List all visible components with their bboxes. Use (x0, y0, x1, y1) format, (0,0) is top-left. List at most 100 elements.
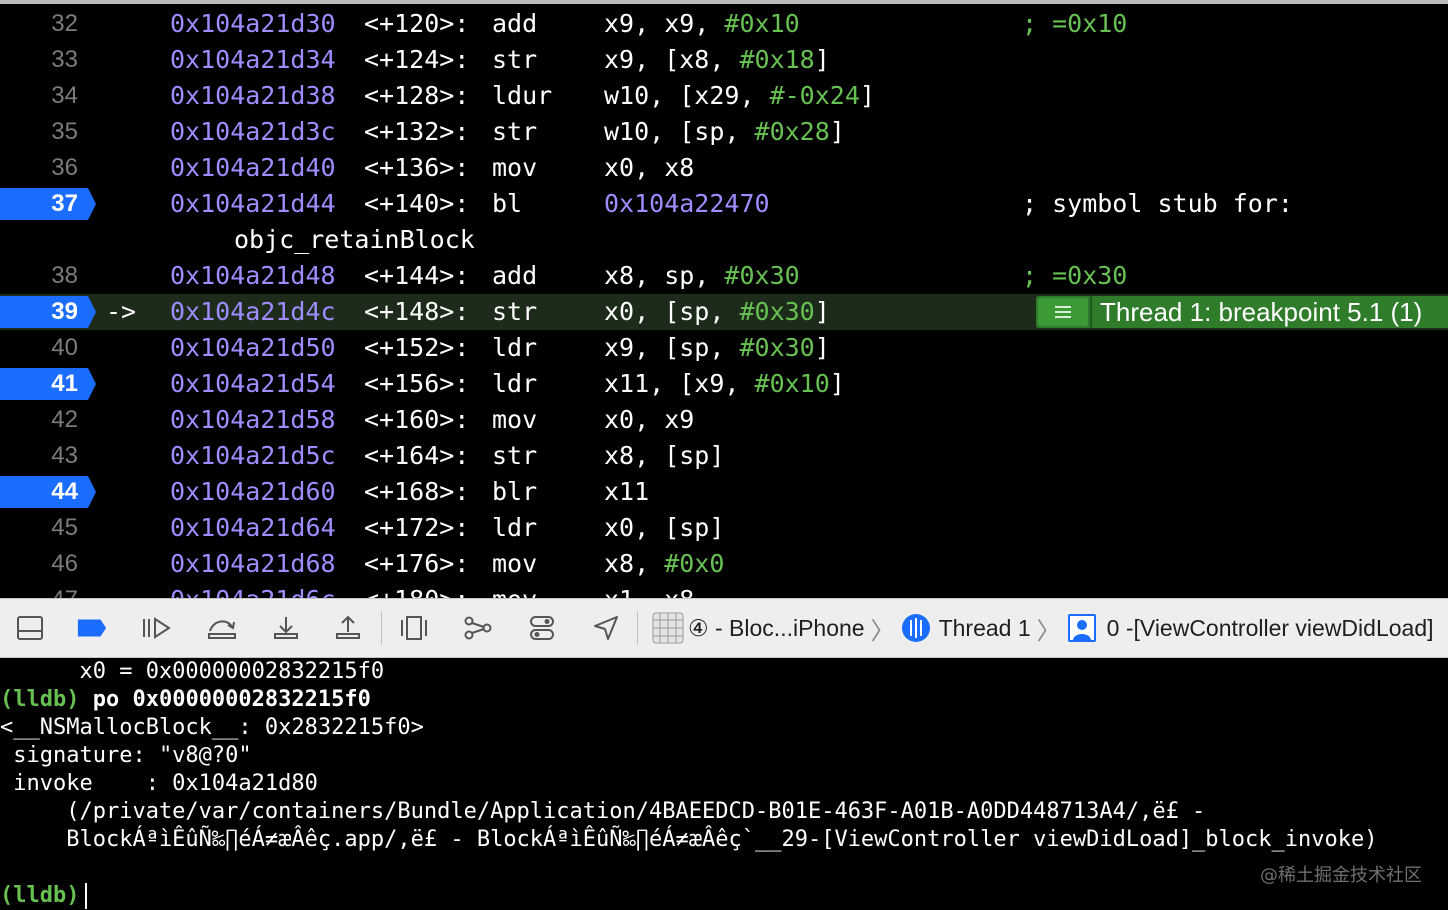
instruction-mnemonic: ldr (492, 513, 538, 542)
hide-debug-area-button[interactable] (14, 613, 46, 643)
line-gutter[interactable]: 33 (0, 42, 96, 78)
instruction-comment: ; =0x10 (1022, 9, 1128, 38)
continue-button[interactable] (140, 613, 172, 643)
line-gutter[interactable]: 37 (0, 186, 96, 222)
instruction-row[interactable]: 47 0x104a21d6c <+180>: mov x1, x8 (0, 582, 1448, 598)
console-output-line: x0 = 0x00000002832215f0 (0, 659, 385, 684)
step-into-icon (274, 617, 298, 639)
line-number: 36 (51, 154, 78, 181)
step-out-button[interactable] (332, 613, 364, 643)
step-over-button[interactable] (206, 613, 238, 643)
instruction-row[interactable]: 37 0x104a21d44 <+140>: bl 0x104a22470 ; symbo… (0, 186, 1448, 222)
location-arrow-icon (594, 616, 618, 640)
line-number: 35 (51, 118, 78, 145)
instruction-address: 0x104a21d48 (170, 261, 336, 290)
line-gutter[interactable]: 41 (0, 366, 96, 402)
line-gutter[interactable]: 32 (0, 6, 96, 42)
step-into-button[interactable] (270, 613, 302, 643)
line-gutter[interactable]: 35 (0, 114, 96, 150)
instruction-address: 0x104a21d30 (170, 9, 336, 38)
instruction-offset: <+136>: (364, 153, 470, 182)
memory-graph-button[interactable] (462, 613, 494, 643)
instruction-address: 0x104a21d34 (170, 45, 336, 74)
view-hierarchy-button[interactable] (398, 613, 430, 643)
disassembly-editor: 32 0x104a21d30 <+120>: add x9, x9, #0x10 ; =0… (0, 0, 1448, 598)
thread-crumb[interactable]: Thread 1 (901, 613, 1031, 643)
instruction-offset: <+164>: (364, 441, 470, 470)
operand-text: ] (814, 45, 830, 74)
simulate-location-button[interactable] (590, 613, 622, 643)
console-command-line: (lldb) (0, 882, 88, 910)
instruction-row[interactable]: 40 0x104a21d50 <+152>: ldr x9, [sp, #0x30] (0, 330, 1448, 366)
instruction-comment: ; symbol stub for: (1022, 189, 1293, 218)
instruction-row[interactable]: 38 0x104a21d48 <+144>: add x8, sp, #0x30 ; =0… (0, 258, 1448, 294)
line-gutter[interactable]: 38 (0, 258, 96, 294)
thread-label: Thread 1 (938, 614, 1031, 641)
chevron-right-icon: 〉 (1036, 617, 1061, 645)
instruction-comment: ; =0x30 (1022, 261, 1128, 290)
line-number: 42 (51, 406, 78, 433)
operand-immediate: #0x0 (664, 549, 725, 578)
line-gutter[interactable]: 34 (0, 78, 96, 114)
line-number: 43 (51, 442, 78, 469)
operand-text: x0, [sp, (604, 297, 740, 326)
line-gutter[interactable]: 43 (0, 438, 96, 474)
operand-immediate: #0x28 (754, 117, 830, 146)
toggle-breakpoints-button[interactable] (76, 613, 108, 643)
operand-immediate: #0x30 (724, 261, 800, 290)
instruction-row[interactable]: 36 0x104a21d40 <+136>: mov x0, x8 (0, 150, 1448, 186)
instruction-row[interactable]: 35 0x104a21d3c <+132>: str w10, [sp, #0x28] (0, 114, 1448, 150)
line-gutter[interactable]: 39 (0, 294, 96, 330)
jump-bar: ④ - Bloc...iPhone 〉 Thread 1 〉 0 -[ViewC… (652, 599, 1434, 657)
line-number: 34 (51, 82, 78, 109)
line-gutter[interactable]: 46 (0, 546, 96, 582)
instruction-operands: x9, x9, #0x10 (604, 6, 800, 42)
instruction-mnemonic: ldr (492, 333, 538, 362)
instruction-row[interactable]: 42 0x104a21d58 <+160>: mov x0, x9 (0, 402, 1448, 438)
instruction-row[interactable]: 33 0x104a21d34 <+124>: str x9, [x8, #0x18] (0, 42, 1448, 78)
operand-text: x1, x8 (604, 585, 694, 598)
line-number: 40 (51, 334, 78, 361)
operand-text: x0, [sp] (604, 513, 725, 542)
breakpoint-icon (77, 619, 107, 637)
thread-breakpoint-badge[interactable]: Thread 1: breakpoint 5.1 (1) (1036, 296, 1448, 328)
instruction-operands: x8, #0x0 (604, 546, 724, 582)
instruction-offset: <+180>: (364, 582, 469, 598)
instruction-row[interactable]: 32 0x104a21d30 <+120>: add x9, x9, #0x10 ; =0… (0, 6, 1448, 42)
instruction-operands: x1, x8 (604, 582, 694, 598)
instruction-row[interactable]: 34 0x104a21d38 <+128>: ldur w10, [x29, #-0x2… (0, 78, 1448, 114)
instruction-address: 0x104a21d5c (170, 441, 336, 470)
line-gutter[interactable]: 45 (0, 510, 96, 546)
environment-overrides-icon (530, 616, 554, 640)
current-instruction-row[interactable]: 39 -> 0x104a21d4c <+148>: str x0, [sp, #0x30]… (0, 294, 1448, 330)
line-gutter[interactable]: 44 (0, 474, 96, 510)
instruction-mnemonic: bl (492, 189, 523, 218)
instruction-row[interactable]: 41 0x104a21d54 <+156>: ldr x11, [x9, #0x10] (0, 366, 1448, 402)
text-cursor[interactable] (85, 883, 88, 909)
instruction-row[interactable]: 45 0x104a21d64 <+172>: ldr x0, [sp] (0, 510, 1448, 546)
menu-icon[interactable] (1038, 298, 1088, 326)
instruction-offset: <+148>: (364, 297, 470, 326)
instruction-address: 0x104a21d38 (170, 81, 336, 110)
line-gutter[interactable]: 40 (0, 330, 96, 366)
instruction-offset: <+168>: (364, 477, 470, 506)
lldb-console[interactable]: @稀土掘金技术社区 x0 = 0x00000002832215f0 (lldb) … (0, 658, 1448, 910)
instruction-address: 0x104a21d60 (170, 477, 336, 506)
instruction-row[interactable]: 46 0x104a21d68 <+176>: mov x8, #0x0 (0, 546, 1448, 582)
line-gutter[interactable]: 47 (0, 582, 96, 598)
frame-crumb[interactable]: 0 -[ViewController viewDidLoad] (1067, 613, 1434, 643)
line-gutter[interactable]: 36 (0, 150, 96, 186)
line-gutter[interactable]: 42 (0, 402, 96, 438)
process-crumb[interactable]: ④ - Bloc...iPhone (652, 612, 865, 644)
instruction-row[interactable]: 44 0x104a21d60 <+168>: blr x11 (0, 474, 1448, 510)
instruction-offset: <+160>: (364, 405, 470, 434)
environment-overrides-button[interactable] (526, 613, 558, 643)
badge-divider (1090, 296, 1092, 328)
console-command: po 0x00000002832215f0 (79, 687, 371, 712)
instruction-address: 0x104a21d50 (170, 333, 336, 362)
operand-immediate: #0x30 (739, 297, 815, 326)
instruction-row[interactable]: 43 0x104a21d5c <+164>: str x8, [sp] (0, 438, 1448, 474)
instruction-address: 0x104a21d64 (170, 513, 336, 542)
thread-icon (901, 614, 930, 642)
instruction-offset: <+176>: (364, 549, 470, 578)
